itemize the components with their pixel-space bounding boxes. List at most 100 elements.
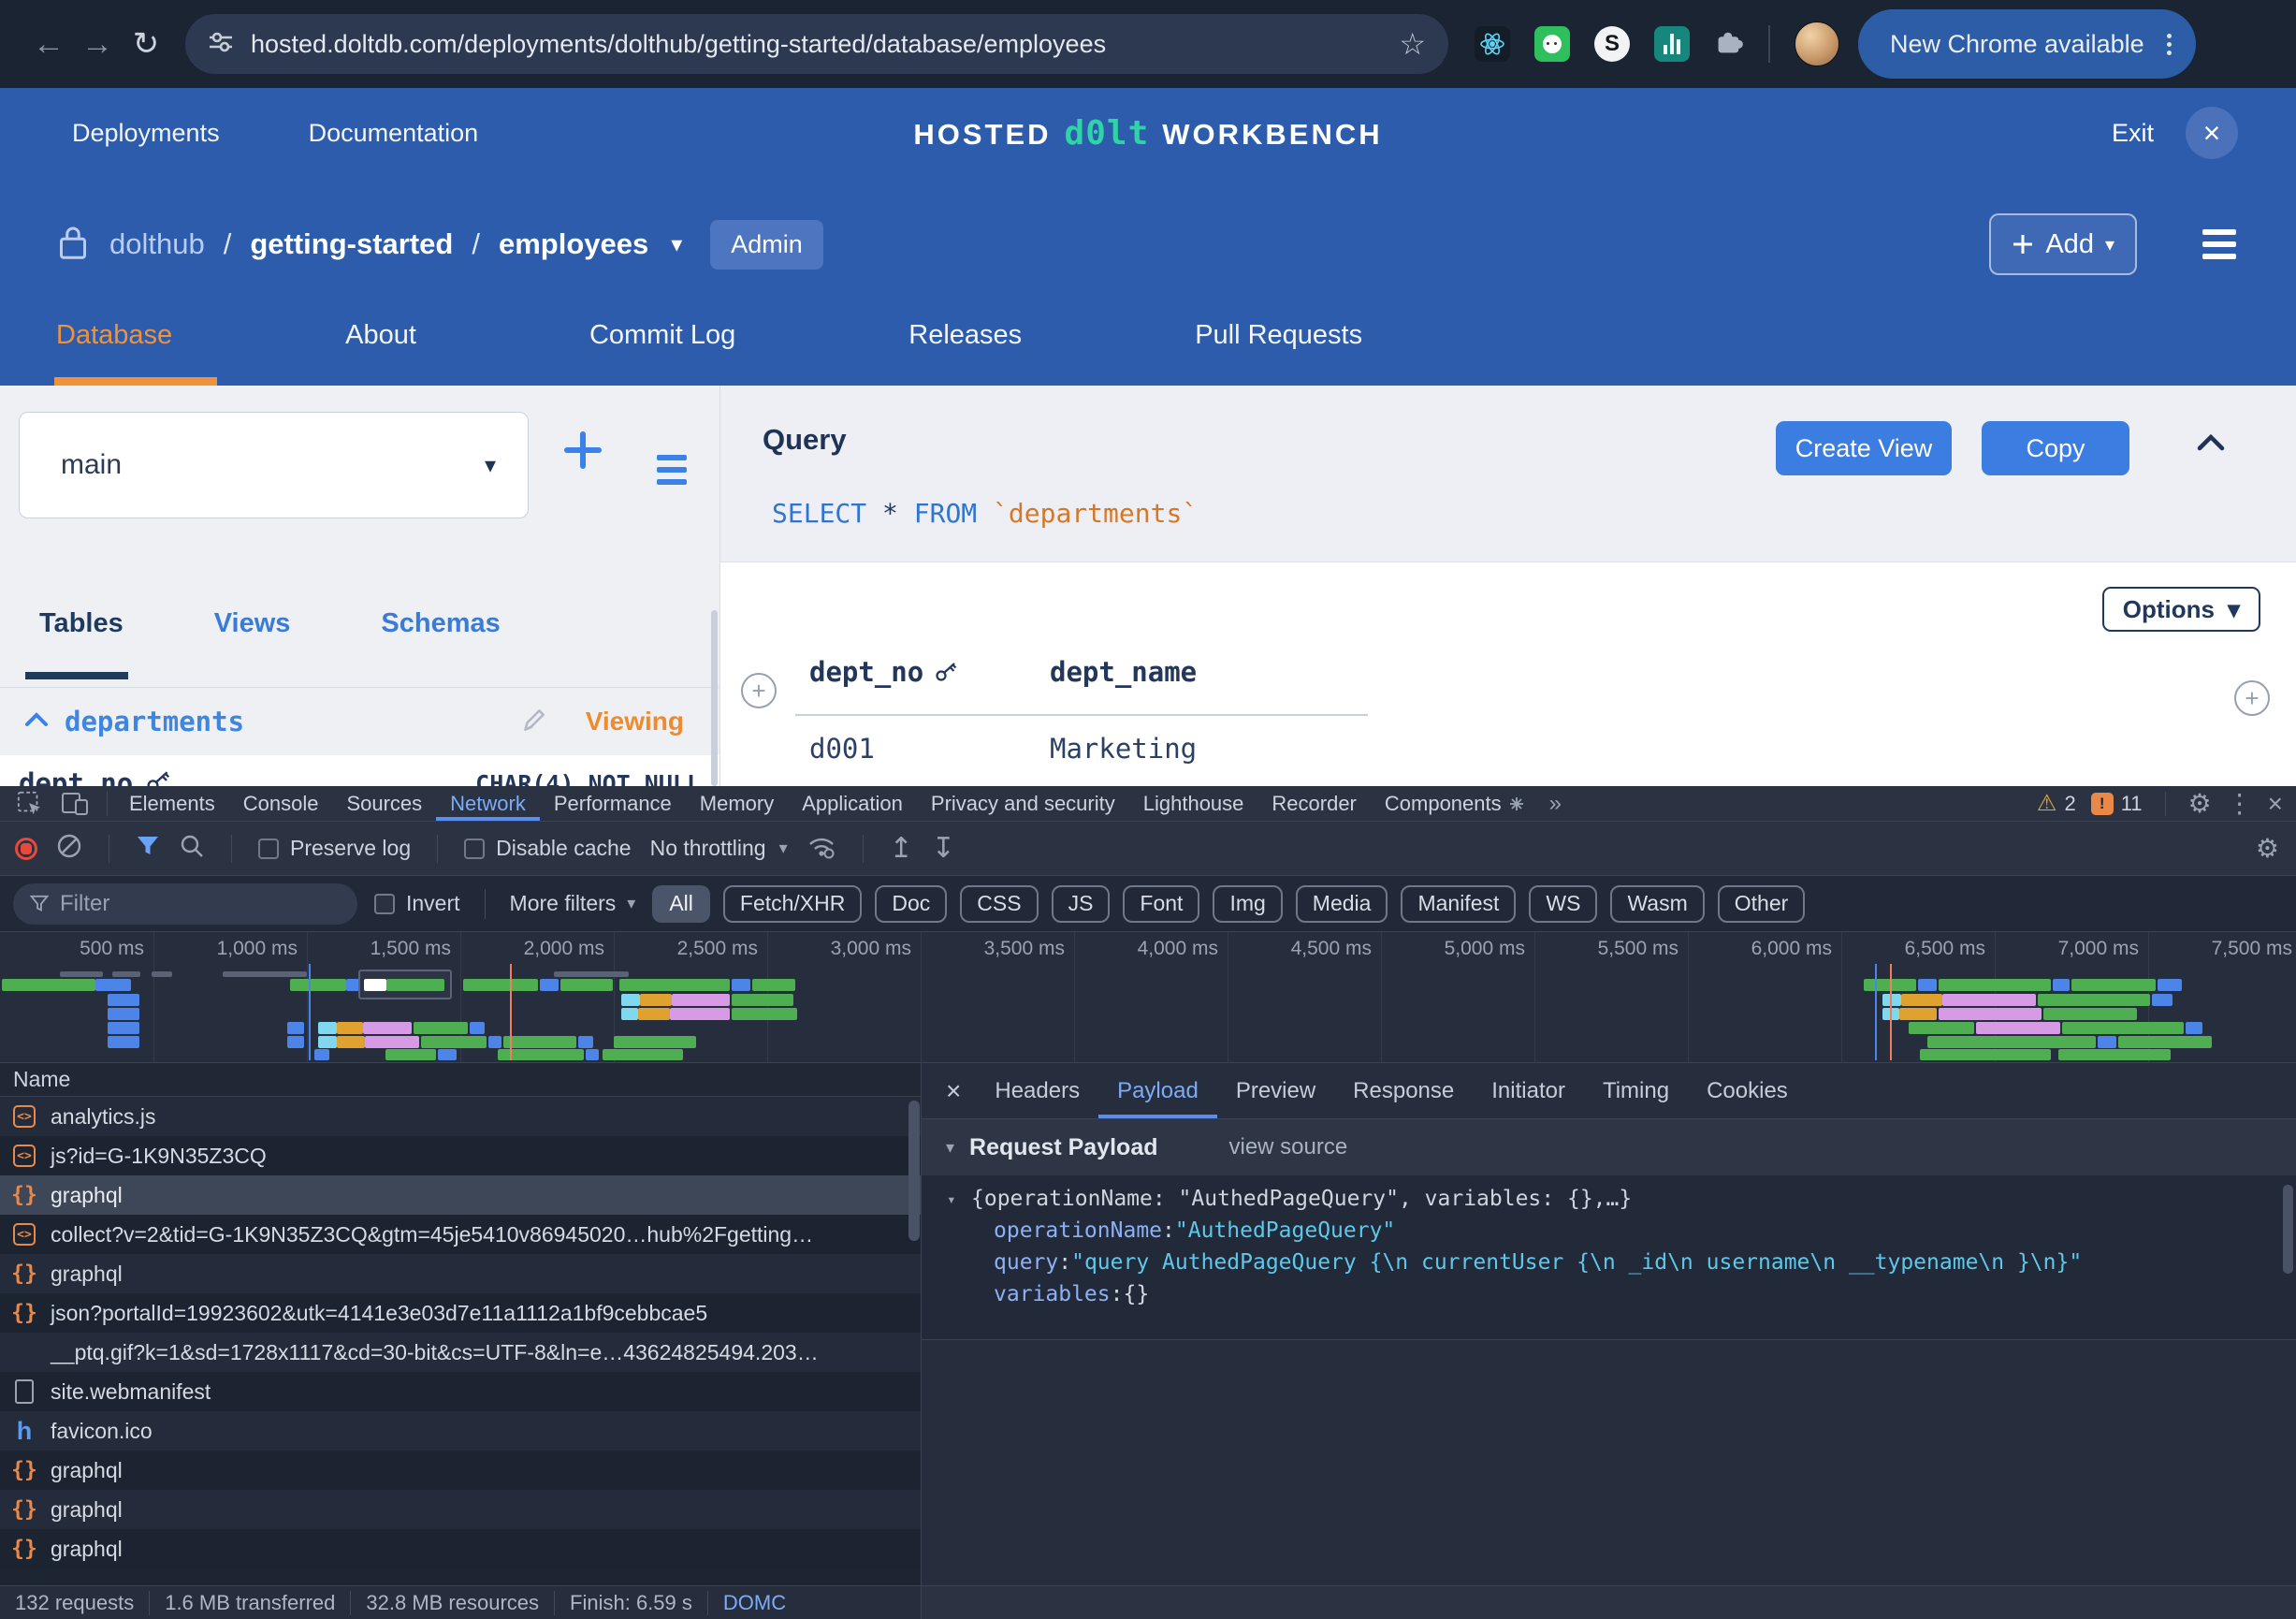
- section-expand-icon[interactable]: ▾: [946, 1138, 954, 1158]
- record-network-icon[interactable]: [15, 838, 37, 860]
- column-header-dept-no[interactable]: dept_no: [809, 656, 959, 688]
- filter-pill-all[interactable]: All: [652, 885, 710, 923]
- add-row-icon[interactable]: +: [741, 673, 777, 708]
- more-tabs-icon[interactable]: »: [1538, 786, 1573, 821]
- profile-avatar[interactable]: [1795, 22, 1839, 66]
- sidebar-scrollbar[interactable]: [711, 610, 718, 786]
- payload-tab-preview[interactable]: Preview: [1217, 1063, 1334, 1118]
- waterfall-bar[interactable]: [586, 1049, 599, 1060]
- devtools-settings-icon[interactable]: ⚙: [2188, 788, 2212, 819]
- repo-tab-pull-requests[interactable]: Pull Requests: [1195, 311, 1362, 386]
- request-row[interactable]: {}graphql: [0, 1451, 921, 1490]
- more-filters-dropdown[interactable]: More filters ▾: [510, 891, 636, 916]
- reload-icon[interactable]: ↻: [122, 25, 170, 63]
- s-extension-icon[interactable]: S: [1594, 26, 1630, 62]
- waterfall-bar[interactable]: [108, 994, 139, 1006]
- waterfall-bar[interactable]: [732, 979, 750, 991]
- react-devtools-icon[interactable]: [1475, 26, 1510, 62]
- waterfall-bar[interactable]: [385, 1049, 436, 1060]
- filter-pill-font[interactable]: Font: [1123, 885, 1199, 923]
- waterfall-bar[interactable]: [621, 994, 640, 1006]
- warnings-indicator[interactable]: ⚠ 2: [2037, 790, 2076, 817]
- chrome-menu-kebab-icon[interactable]: [2167, 42, 2172, 47]
- waterfall-bar[interactable]: [363, 1022, 412, 1034]
- waterfall-bar[interactable]: [670, 1008, 730, 1020]
- bookmark-star-icon[interactable]: ☆: [1399, 26, 1426, 62]
- waterfall-bar[interactable]: [438, 1049, 457, 1060]
- devtools-tab-application[interactable]: Application: [788, 786, 917, 821]
- waterfall-bar[interactable]: [2186, 1022, 2202, 1034]
- waterfall-bar[interactable]: [732, 1008, 797, 1020]
- request-row[interactable]: <>collect?v=2&tid=G-1K9N35Z3CQ&gtm=45je5…: [0, 1215, 921, 1254]
- waterfall-bar[interactable]: [1882, 994, 1901, 1006]
- waterfall-bar[interactable]: [1976, 1022, 2060, 1034]
- forward-icon[interactable]: →: [73, 26, 122, 63]
- waterfall-bar[interactable]: [2053, 979, 2070, 991]
- waterfall-bar[interactable]: [60, 971, 103, 977]
- search-network-icon[interactable]: [179, 833, 205, 865]
- waterfall-bar[interactable]: [290, 979, 346, 991]
- payload-tab-payload[interactable]: Payload: [1098, 1063, 1217, 1118]
- devtools-tab-sources[interactable]: Sources: [332, 786, 436, 821]
- request-row[interactable]: {}graphql: [0, 1529, 921, 1568]
- database-dropdown-caret-icon[interactable]: ▾: [671, 231, 682, 258]
- cell-dept-name[interactable]: Marketing: [1050, 733, 1197, 765]
- filter-pill-fetch-xhr[interactable]: Fetch/XHR: [723, 885, 862, 923]
- waterfall-bar[interactable]: [112, 971, 140, 977]
- waterfall-bar[interactable]: [488, 1036, 501, 1048]
- url-text[interactable]: hosted.doltdb.com/deployments/dolthub/ge…: [251, 30, 1399, 59]
- waterfall-bar[interactable]: [1899, 1008, 1937, 1020]
- sql-query[interactable]: SELECT * FROM `departments`: [772, 498, 1198, 529]
- payload-summary-line[interactable]: ▾{operationName: "AuthedPageQuery", vari…: [922, 1183, 2296, 1215]
- preserve-log-toggle[interactable]: Preserve log: [258, 836, 411, 861]
- devtools-tab-memory[interactable]: Memory: [686, 786, 788, 821]
- waterfall-bar[interactable]: [614, 1036, 696, 1048]
- waterfall-bar[interactable]: [503, 1036, 576, 1048]
- network-settings-icon[interactable]: ⚙: [2256, 833, 2279, 864]
- tree-expand-icon[interactable]: ▾: [947, 1190, 971, 1208]
- filter-pill-other[interactable]: Other: [1718, 885, 1806, 923]
- waterfall-bar[interactable]: [470, 1022, 485, 1034]
- devtools-kebab-icon[interactable]: ⋮: [2227, 788, 2253, 819]
- waterfall-bar[interactable]: [2062, 1022, 2184, 1034]
- devtools-tab-privacy-and-security[interactable]: Privacy and security: [917, 786, 1129, 821]
- request-row[interactable]: __ptq.gif?k=1&sd=1728x1117&cd=30-bit&cs=…: [0, 1333, 921, 1372]
- payload-tab-headers[interactable]: Headers: [976, 1063, 1098, 1118]
- waterfall-bar[interactable]: [223, 971, 307, 977]
- waterfall-bar[interactable]: [318, 1036, 337, 1048]
- payload-tab-timing[interactable]: Timing: [1584, 1063, 1688, 1118]
- copy-button[interactable]: Copy: [1982, 421, 2129, 475]
- waterfall-bar[interactable]: [2152, 994, 2172, 1006]
- teal-extension-icon[interactable]: [1654, 26, 1690, 62]
- preserve-log-checkbox[interactable]: [258, 839, 279, 859]
- request-row[interactable]: {}json?portalId=19923602&utk=4141e3e03d7…: [0, 1293, 921, 1333]
- filter-pill-css[interactable]: CSS: [960, 885, 1038, 923]
- sidebar-tab-views[interactable]: Views: [214, 608, 291, 639]
- disable-cache-checkbox[interactable]: [464, 839, 485, 859]
- request-row[interactable]: <>analytics.js: [0, 1097, 921, 1136]
- waterfall-bar[interactable]: [2038, 994, 2150, 1006]
- back-icon[interactable]: ←: [24, 26, 73, 63]
- column-header-dept-name[interactable]: dept_name: [1050, 656, 1197, 688]
- collapse-chevron-icon[interactable]: [23, 711, 50, 733]
- payload-tab-cookies[interactable]: Cookies: [1688, 1063, 1807, 1118]
- devtools-tab-elements[interactable]: Elements: [115, 786, 229, 821]
- collapse-query-chevron-icon[interactable]: [2195, 432, 2227, 458]
- filter-input[interactable]: Filter: [13, 883, 357, 925]
- new-branch-button[interactable]: [561, 429, 604, 476]
- network-overview[interactable]: 500 ms1,000 ms1,500 ms2,000 ms2,500 ms3,…: [0, 932, 2296, 1063]
- sidebar-menu-icon[interactable]: [657, 455, 687, 485]
- nav-deployments[interactable]: Deployments: [72, 119, 220, 148]
- request-row[interactable]: {}graphql: [0, 1175, 921, 1215]
- waterfall-bar[interactable]: [421, 1036, 487, 1048]
- invert-checkbox[interactable]: [374, 894, 395, 914]
- payload-tab-initiator[interactable]: Initiator: [1473, 1063, 1584, 1118]
- waterfall-bar[interactable]: [1918, 979, 1937, 991]
- waterfall-bar[interactable]: [1939, 979, 2051, 991]
- inspect-element-icon[interactable]: [7, 786, 52, 821]
- devtools-tab-console[interactable]: Console: [229, 786, 333, 821]
- waterfall-bar[interactable]: [732, 994, 793, 1006]
- view-source-link[interactable]: view source: [1229, 1134, 1348, 1160]
- export-har-icon[interactable]: ↧: [932, 832, 955, 865]
- waterfall-bar[interactable]: [152, 971, 172, 977]
